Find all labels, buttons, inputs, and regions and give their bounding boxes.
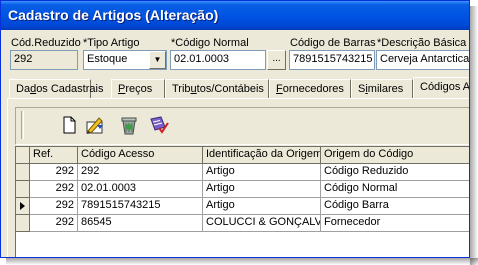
cell-codigo-acesso[interactable]: 7891515743215 bbox=[78, 198, 203, 215]
tab-strip: Dados Cadastrais Preços Tributos/Contábe… bbox=[7, 77, 469, 99]
window-shadow-right bbox=[470, 6, 478, 265]
title-bar[interactable]: Cadastro de Artigos (Alteração) bbox=[1, 1, 469, 30]
cell-origem[interactable]: Código Reduzido bbox=[321, 164, 469, 181]
cell-identificacao[interactable]: Artigo bbox=[203, 198, 321, 215]
current-row-arrow-icon bbox=[20, 202, 25, 210]
chevron-down-icon: ▼ bbox=[153, 55, 162, 64]
cell-identificacao[interactable]: COLUCCI & GONÇALVES bbox=[203, 215, 321, 232]
tab-dados-cadastrais[interactable]: Dados Cadastrais bbox=[9, 79, 103, 99]
row-indicator-header bbox=[16, 147, 30, 164]
tab-codigos-acesso[interactable]: Códigos Ac bbox=[413, 77, 469, 99]
cell-origem[interactable]: Código Normal bbox=[321, 181, 469, 198]
cell-ref[interactable]: 292 bbox=[30, 164, 78, 181]
tipo-artigo-dropdown-button[interactable]: ▼ bbox=[149, 51, 166, 69]
save-icon[interactable] bbox=[146, 113, 170, 137]
descricao-basica-field[interactable]: Cerveja Antarctica bbox=[376, 50, 469, 70]
toolbar-grip bbox=[21, 111, 24, 139]
row-indicator-current[interactable] bbox=[16, 198, 30, 215]
access-codes-grid[interactable]: Ref. Código Acesso Identificação da Orig… bbox=[15, 146, 469, 257]
cell-identificacao[interactable]: Artigo bbox=[203, 164, 321, 181]
row-indicator[interactable] bbox=[16, 164, 30, 181]
window-title: Cadastro de Artigos (Alteração) bbox=[8, 7, 219, 23]
cell-codigo-acesso[interactable]: 02.01.0003 bbox=[78, 181, 203, 198]
descricao-basica-label: *Descrição Básica bbox=[377, 37, 467, 49]
codigo-normal-field[interactable]: 02.01.0003 bbox=[170, 50, 266, 70]
column-header-origem-codigo[interactable]: Origem do Código bbox=[321, 147, 469, 164]
cell-ref[interactable]: 292 bbox=[30, 215, 78, 232]
delete-icon[interactable] bbox=[117, 113, 141, 137]
tipo-artigo-value: Estoque bbox=[87, 53, 128, 65]
tipo-artigo-label: *Tipo Artigo bbox=[83, 37, 140, 49]
edit-icon[interactable] bbox=[83, 113, 107, 137]
codigo-normal-lookup-button[interactable]: ... bbox=[267, 50, 286, 70]
window-shadow-bottom bbox=[6, 258, 478, 265]
row-indicator[interactable] bbox=[16, 215, 30, 232]
tab-precos[interactable]: Preços bbox=[111, 79, 165, 99]
cod-reduzido-field: 292 bbox=[10, 50, 78, 70]
cell-codigo-acesso[interactable]: 86545 bbox=[78, 215, 203, 232]
codigo-normal-label: *Código Normal bbox=[171, 37, 249, 49]
cell-origem[interactable]: Código Barra bbox=[321, 198, 469, 215]
tab-fornecedores[interactable]: Fornecedores bbox=[269, 79, 351, 99]
cod-reduzido-label: Cód.Reduzido bbox=[11, 37, 81, 49]
row-indicator[interactable] bbox=[16, 181, 30, 198]
article-register-window: Cadastro de Artigos (Alteração) Cód.Redu… bbox=[0, 0, 470, 258]
cell-identificacao[interactable]: Artigo bbox=[203, 181, 321, 198]
cell-ref[interactable]: 292 bbox=[30, 198, 78, 215]
cell-codigo-acesso[interactable]: 292 bbox=[78, 164, 203, 181]
column-header-codigo-acesso[interactable]: Código Acesso bbox=[78, 147, 203, 164]
codigo-barras-label: Código de Barras bbox=[290, 37, 376, 49]
tab-similares[interactable]: Similares bbox=[351, 79, 413, 99]
tab-tributos-contabeis[interactable]: Tributos/Contábeis bbox=[165, 79, 269, 99]
column-header-ref[interactable]: Ref. bbox=[30, 147, 78, 164]
cell-ref[interactable]: 292 bbox=[30, 181, 78, 198]
column-header-identificacao-origem[interactable]: Identificação da Origem bbox=[203, 147, 321, 164]
cell-origem[interactable]: Fornecedor bbox=[321, 215, 469, 232]
new-icon[interactable] bbox=[57, 113, 81, 137]
codigo-barras-field[interactable]: 7891515743215 bbox=[289, 50, 375, 70]
